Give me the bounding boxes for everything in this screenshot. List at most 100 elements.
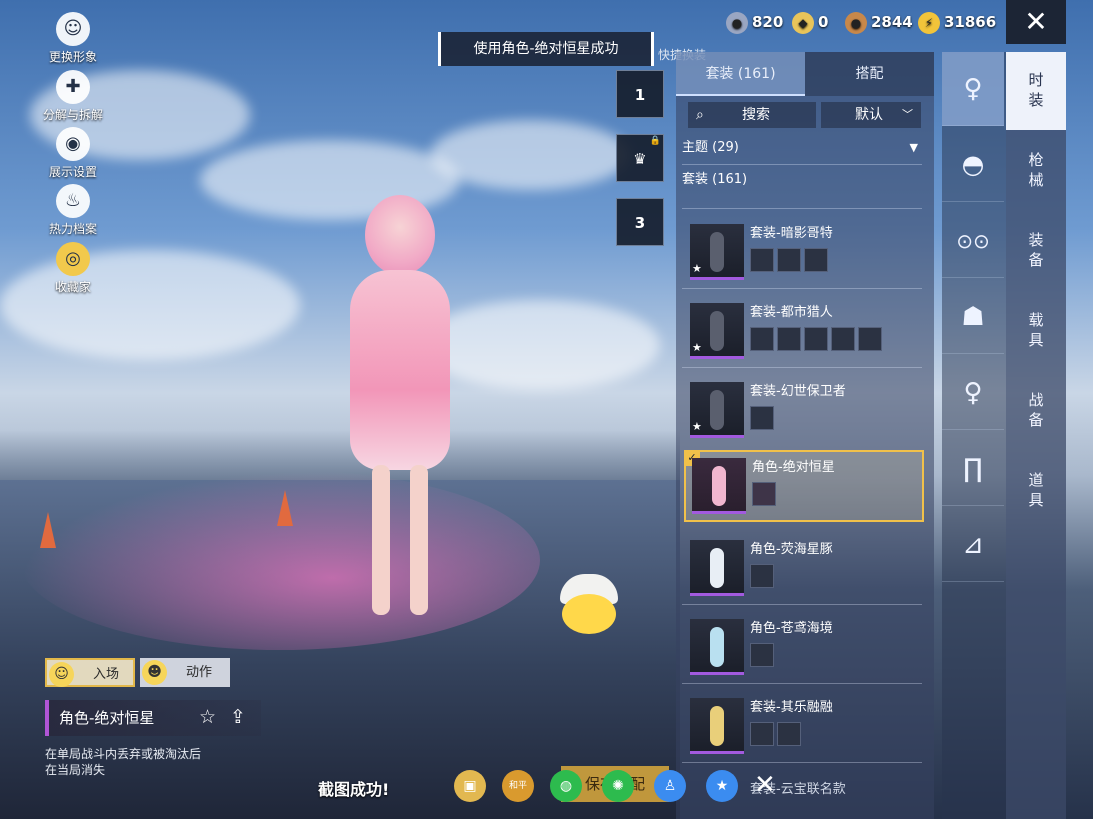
tab-match[interactable]: 搭配 [805, 52, 934, 96]
currency-gold-badge[interactable]: ◆ 0 [792, 8, 828, 36]
qq-icon[interactable]: ♙ [654, 770, 686, 802]
shoes-icon[interactable]: ⊿ [942, 508, 1004, 582]
currency-value: 2844 [871, 13, 913, 31]
outfit-slot-1[interactable]: 1 [616, 70, 664, 118]
list-item-selected[interactable]: ✓ 角色-绝对恒星 [684, 450, 924, 522]
pants-icon[interactable]: ∏ [942, 432, 1004, 506]
change-avatar-label: 更换形象 [48, 50, 97, 64]
album-icon[interactable]: ▣ [454, 770, 486, 802]
list-item[interactable]: 套装-其乐融融 [684, 692, 924, 764]
wechat-icon[interactable]: ◍ [550, 770, 582, 802]
collector-label: 收藏家 [54, 280, 91, 294]
decompose-button[interactable]: ✚ 分解与拆解 [40, 70, 106, 123]
character-name: 角色-绝对恒星 [45, 700, 261, 736]
lock-icon: 🔒 [649, 136, 661, 146]
outfit-parts [750, 564, 777, 588]
tab-equipment[interactable]: 装 备 [1006, 212, 1066, 290]
list-item[interactable]: ★ 套装-暗影哥特 [684, 218, 924, 290]
collector-icon: ◎ [56, 242, 90, 276]
description-line: 在当局消失 [45, 763, 106, 777]
qzone-icon[interactable]: ★ [706, 770, 738, 802]
tab-fashion[interactable]: 时 装 [1006, 52, 1066, 130]
outfit-thumbnail: ★ [690, 224, 744, 280]
smile-icon: ☺ [49, 662, 74, 687]
outfit-thumbnail: ★ [690, 382, 744, 438]
silver-coin-icon: ● [726, 11, 748, 34]
chick-pet [556, 566, 622, 638]
outfit-parts [750, 248, 831, 272]
outfit-thumbnail [690, 698, 744, 754]
display-settings-button[interactable]: ◉ 展示设置 [40, 127, 106, 180]
cap-icon[interactable]: ◓ [942, 128, 1004, 202]
entry-label: 入场 [93, 667, 120, 682]
outfit-thumbnail: ★ [690, 303, 744, 359]
tab-suits[interactable]: 套装 (161) [676, 52, 805, 96]
success-toast: 使用角色-绝对恒星成功 [438, 32, 654, 66]
tab-items[interactable]: 道 具 [1006, 452, 1066, 530]
search-icon: ⌕ [696, 107, 704, 123]
outfit-name: 角色-荧海星豚 [750, 542, 833, 557]
flame-icon: ♨ [56, 184, 90, 218]
puzzle-icon: ✚ [56, 70, 90, 104]
outfit-slot-2[interactable]: ♛ 🔒 [616, 134, 664, 182]
outfit-name: 角色-绝对恒星 [752, 460, 835, 475]
list-item[interactable]: 角色-苍鸢海境 [684, 613, 924, 685]
lightning-coin-icon: ⚡ [918, 11, 940, 34]
close-icon[interactable]: ✕ [754, 770, 776, 800]
list-item[interactable]: 角色-荧海星豚 [684, 534, 924, 606]
peace-elite-icon[interactable]: 和平 [502, 770, 534, 802]
moments-icon[interactable]: ✺ [602, 770, 634, 802]
glasses-icon[interactable]: ⊙⊙ [942, 204, 1004, 278]
eye-icon: ◉ [56, 127, 90, 161]
outfit-parts [750, 327, 885, 351]
search-button[interactable]: ⌕ 搜索 [688, 102, 816, 128]
theme-dropdown[interactable]: 主题 (29) ▼ [682, 138, 922, 158]
outfit-thumbnail [690, 619, 744, 675]
search-label: 搜索 [742, 107, 770, 123]
divider [682, 288, 922, 289]
outfit-name: 套装-幻世保卫者 [750, 384, 846, 399]
outfit-slot-3[interactable]: 3 [616, 198, 664, 246]
close-button[interactable]: ✕ [1006, 0, 1066, 44]
hanger-icon: 3 [634, 214, 646, 232]
mask-icon[interactable]: ☗ [942, 280, 1004, 354]
change-avatar-button[interactable]: ☺ 更换形象 [40, 12, 106, 65]
share-icon[interactable]: ⇪ [230, 706, 246, 728]
currency-lightning[interactable]: ⚡ 31866 [918, 8, 996, 36]
star-icon: ★ [692, 420, 702, 433]
currency-value: 31866 [944, 13, 997, 31]
currency-silver[interactable]: ● 820 [726, 8, 783, 36]
outfit-parts [750, 722, 804, 746]
action-button[interactable]: ☻ 动作 [140, 658, 230, 687]
decompose-label: 分解与拆解 [42, 108, 103, 122]
tab-guns[interactable]: 枪 械 [1006, 132, 1066, 210]
divider [682, 367, 922, 368]
list-item[interactable]: ★ 套装-都市猎人 [684, 297, 924, 369]
outfit-parts [752, 482, 779, 506]
outfit-name: 套装-都市猎人 [750, 305, 833, 320]
character-model[interactable] [330, 175, 470, 635]
currency-bronze[interactable]: ● 2844 [845, 8, 913, 36]
hanger-icon: 1 [634, 86, 646, 104]
bronze-coin-icon: ● [845, 11, 867, 34]
heat-record-button[interactable]: ♨ 热力档案 [40, 184, 106, 237]
list-item[interactable]: ★ 套装-幻世保卫者 [684, 376, 924, 448]
avatar-change-icon: ☺ [56, 12, 90, 46]
tab-vehicles[interactable]: 载 具 [1006, 292, 1066, 370]
action-label: 动作 [186, 665, 213, 680]
entry-animation-button[interactable]: ☺ 入场 [45, 658, 135, 687]
theme-label: 主题 (29) [682, 140, 739, 155]
traffic-cone [277, 490, 293, 526]
gold-badge-icon: ◆ [792, 11, 814, 34]
outfit-parts [750, 643, 777, 667]
currency-value: 820 [752, 13, 784, 31]
sort-dropdown[interactable]: 默认 ﹀ [821, 102, 921, 128]
description-line: 在单局战斗内丢弃或被淘汰后 [45, 747, 202, 761]
tab-battle-gear[interactable]: 战 备 [1006, 372, 1066, 450]
dress-icon[interactable]: ♀ [942, 356, 1004, 430]
currency-value: 0 [818, 13, 829, 31]
star-outline-icon[interactable]: ☆ [199, 706, 216, 728]
character-icon[interactable]: ♀ [942, 52, 1004, 126]
collector-button[interactable]: ◎ 收藏家 [40, 242, 106, 295]
main-category-column: 时 装 枪 械 装 备 载 具 战 备 道 具 [1006, 52, 1066, 819]
